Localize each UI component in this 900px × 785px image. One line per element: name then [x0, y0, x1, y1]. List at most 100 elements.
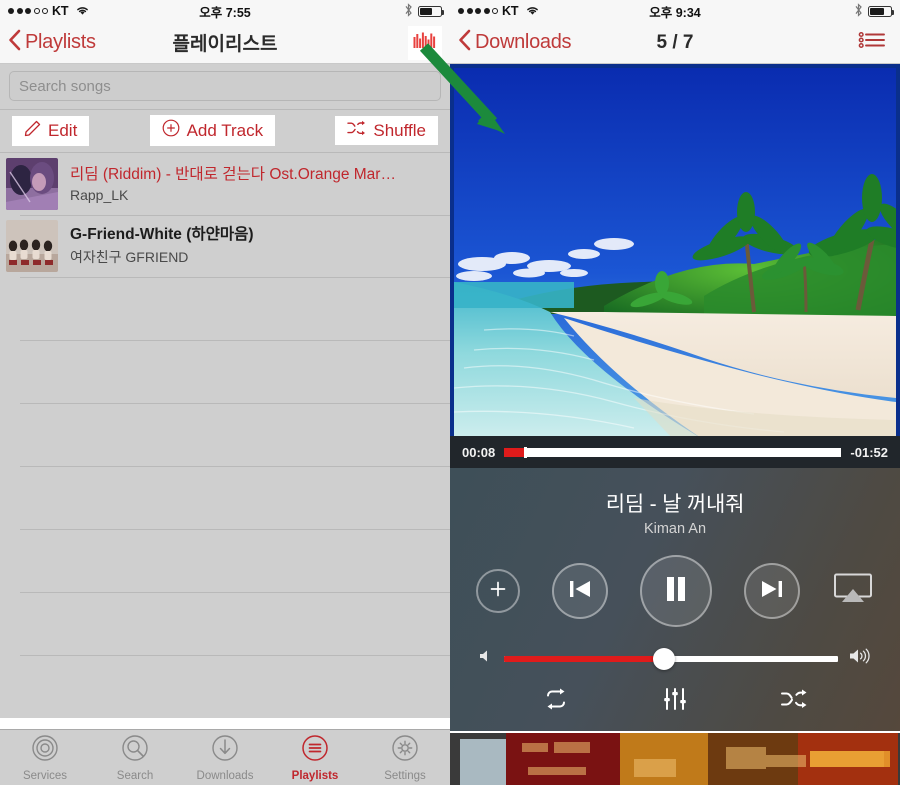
track-list: 리딤 (Riddim) - 반대로 걷는다 Ost.Orange Mar… Ra…	[0, 153, 450, 718]
nav-right-group	[852, 29, 892, 56]
nav-right-group	[408, 25, 442, 60]
bluetooth-icon	[854, 2, 863, 20]
tab-settings[interactable]: Settings	[360, 733, 450, 782]
add-track-button[interactable]: Add Track	[149, 115, 276, 146]
bluetooth-icon	[404, 2, 413, 20]
tab-search[interactable]: Search	[90, 733, 180, 782]
beach-photo	[454, 68, 896, 436]
signal-dot	[25, 8, 31, 14]
track-artist: Rapp_LK	[70, 187, 129, 203]
status-right-group	[854, 2, 895, 20]
volume-high-icon	[848, 647, 872, 670]
list-item	[0, 529, 450, 592]
volume-low-icon	[478, 648, 494, 669]
table-row[interactable]: 리딤 (Riddim) - 반대로 걷는다 Ost.Orange Mar… Ra…	[0, 153, 450, 215]
list-item	[0, 277, 450, 340]
tab-label: Services	[22, 770, 68, 782]
tab-downloads[interactable]: Downloads	[180, 733, 270, 782]
seek-slider[interactable]	[504, 446, 842, 458]
elapsed-time: 00:08	[462, 444, 496, 460]
plus-icon	[488, 579, 508, 604]
volume-control	[450, 627, 900, 670]
shuffle-button-label: Shuffle	[373, 120, 426, 140]
tab-label: Search	[116, 770, 154, 782]
signal-dot	[475, 8, 481, 14]
previous-track-icon	[567, 577, 593, 606]
back-button-label: Playlists	[25, 31, 96, 53]
screenshot-root: KT 오후 7:55 Playlists 플레이리스트 Search songs…	[0, 0, 900, 785]
playback-progress-row: 00:08 -01:52	[450, 436, 900, 468]
tab-label: Playlists	[291, 770, 339, 782]
equalizer-sliders-icon	[662, 688, 688, 716]
now-playing-title: 리딤 - 날 꺼내줘	[605, 493, 745, 516]
play-pause-button[interactable]	[640, 555, 712, 627]
list-item	[0, 403, 450, 466]
bulleted-list-icon	[858, 31, 886, 55]
chevron-left-icon	[458, 29, 471, 56]
wifi-icon	[525, 4, 540, 19]
list-item	[0, 340, 450, 403]
tab-label: Settings	[384, 770, 426, 782]
nav-bar-left: Playlists 플레이리스트	[0, 22, 450, 64]
back-button-playlists[interactable]: Playlists	[8, 29, 96, 56]
carrier-label: KT	[502, 4, 519, 18]
pencil-icon	[24, 120, 41, 142]
right-phone-screen: KT 오후 9:34 Downloads 5 / 7 00:08 -01:52 …	[450, 0, 900, 785]
track-artist: 여자친구 GFRIEND	[70, 249, 189, 265]
album-artwork[interactable]	[450, 64, 900, 436]
status-bar-right: KT 오후 9:34	[450, 0, 900, 22]
playback-mode-row	[450, 670, 900, 717]
remaining-time: -01:52	[850, 444, 888, 460]
airplay-icon	[832, 573, 874, 610]
add-button[interactable]	[476, 569, 520, 613]
repeat-icon	[541, 688, 571, 715]
equalizer-button[interactable]	[662, 686, 688, 717]
album-art-thumbnail	[6, 158, 58, 210]
signal-dot	[8, 8, 14, 14]
volume-handle[interactable]	[653, 647, 676, 670]
airplay-button[interactable]	[832, 572, 874, 611]
back-button-downloads[interactable]: Downloads	[458, 29, 572, 56]
edit-button[interactable]: Edit	[12, 115, 90, 146]
next-button[interactable]	[744, 563, 800, 619]
battery-icon	[868, 5, 895, 17]
seek-handle[interactable]	[524, 446, 528, 458]
signal-dot	[458, 8, 464, 14]
equalizer-button[interactable]	[408, 25, 442, 60]
shuffle-button[interactable]	[779, 688, 809, 715]
tab-playlists[interactable]: Playlists	[270, 733, 360, 782]
track-title: G-Friend-White (하얀마음)	[70, 226, 254, 243]
action-button-row: Edit Add Track Shuffle	[0, 109, 450, 153]
ad-banner[interactable]	[450, 733, 900, 785]
signal-strength-dots	[458, 8, 498, 14]
download-icon	[210, 733, 240, 768]
table-row[interactable]: G-Friend-White (하얀마음) 여자친구 GFRIEND	[0, 215, 450, 277]
signal-dot	[42, 8, 48, 14]
services-icon	[30, 733, 60, 768]
shuffle-button[interactable]: Shuffle	[335, 116, 438, 145]
album-art-thumbnail	[6, 220, 58, 272]
equalizer-icon	[413, 30, 437, 55]
repeat-button[interactable]	[541, 687, 571, 716]
shuffle-icon	[779, 689, 809, 714]
volume-slider[interactable]	[504, 647, 838, 670]
search-input[interactable]: Search songs	[9, 71, 441, 101]
pause-icon	[664, 575, 688, 608]
carrier-label: KT	[52, 4, 69, 18]
status-left-group: KT	[8, 4, 90, 19]
status-right-group	[404, 2, 445, 20]
shuffle-icon	[347, 120, 366, 141]
signal-dot	[33, 8, 40, 14]
tab-services[interactable]: Services	[0, 733, 90, 782]
signal-dot	[492, 8, 498, 14]
search-bar-container: Search songs	[0, 64, 450, 109]
plus-circle-icon	[162, 119, 180, 142]
bulleted-list-button[interactable]	[852, 29, 892, 56]
previous-button[interactable]	[552, 563, 608, 619]
gear-icon	[390, 733, 420, 768]
signal-dot	[466, 8, 473, 14]
left-phone-screen: KT 오후 7:55 Playlists 플레이리스트 Search songs…	[0, 0, 450, 785]
nav-bar-right: Downloads 5 / 7	[450, 22, 900, 64]
track-text-group: 리딤 (Riddim) - 반대로 걷는다 Ost.Orange Mar… Ra…	[70, 165, 396, 203]
list-item	[0, 592, 450, 655]
